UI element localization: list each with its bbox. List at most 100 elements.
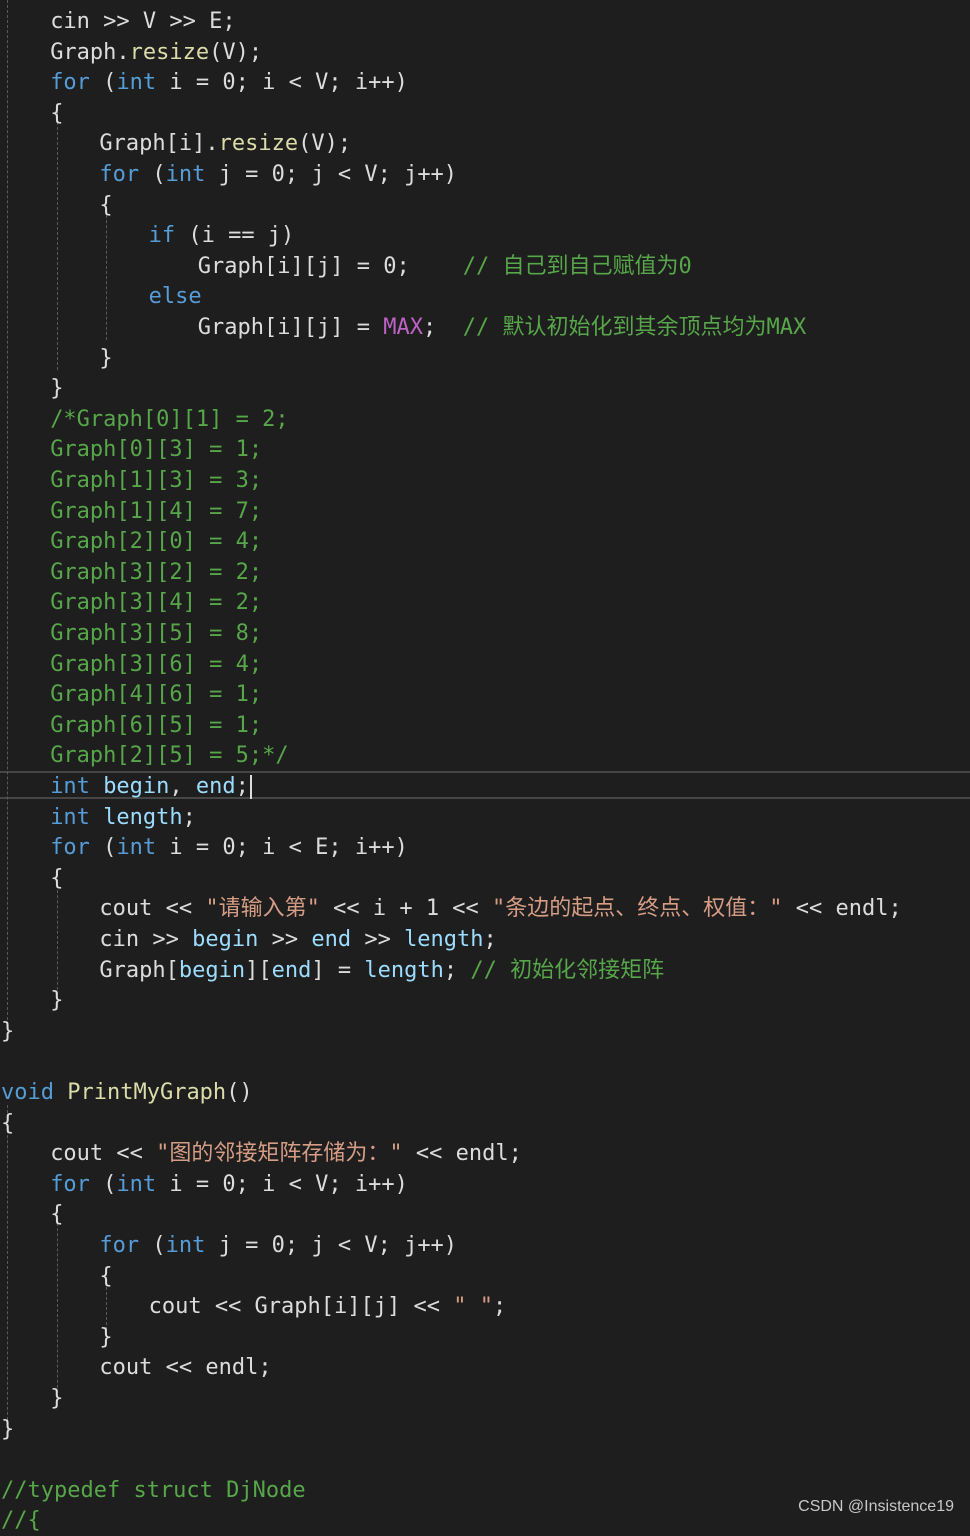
code-token: cout << Graph[i][j] << [148, 1294, 454, 1320]
code-line[interactable]: { [0, 1200, 970, 1230]
code-token: " " [453, 1294, 493, 1320]
code-line[interactable]: } [0, 374, 970, 404]
code-token: cin >> V >> E; [50, 9, 236, 34]
code-token: Graph. [50, 39, 130, 65]
code-token: void [1, 1080, 54, 1105]
code-line[interactable]: void PrintMyGraph() [0, 1078, 970, 1108]
code-token: Graph[4][6] = 1; [50, 682, 263, 708]
code-line[interactable]: int length; [0, 803, 970, 833]
code-token: } [50, 376, 64, 402]
code-line[interactable]: Graph[1][4] = 7; [0, 497, 970, 527]
code-line[interactable]: } [0, 1415, 970, 1445]
code-line[interactable]: cin >> V >> E; [0, 7, 970, 37]
code-token: Graph[2][0] = 4; [50, 529, 263, 555]
code-line[interactable]: Graph[2][0] = 4; [0, 527, 970, 557]
code-token: Graph[3][4] = 2; [50, 590, 263, 616]
code-line[interactable]: for (int i = 0; i < V; i++) [0, 68, 970, 98]
code-line[interactable]: Graph[i][j] = MAX; // 默认初始化到其余顶点均为MAX [0, 313, 970, 343]
code-line[interactable]: Graph.resize(V); [0, 38, 970, 68]
code-line[interactable]: { [0, 1262, 970, 1292]
code-line[interactable]: if (i == j) [0, 221, 970, 251]
code-line[interactable]: int begin, end; [0, 772, 970, 802]
code-line[interactable]: } [0, 1384, 970, 1414]
code-token: ( [89, 835, 117, 861]
code-token: ; [483, 927, 497, 952]
code-token: for [50, 835, 90, 861]
code-token: int [116, 70, 157, 96]
code-token: ; [422, 315, 463, 340]
code-line[interactable]: Graph[begin][end] = length; // 初始化邻接矩阵 [0, 956, 970, 986]
code-line[interactable]: } [0, 344, 970, 374]
code-token: length [404, 927, 484, 952]
code-line[interactable]: cin >> begin >> end >> length; [0, 925, 970, 955]
code-line[interactable] [0, 1445, 970, 1475]
code-token: Graph[1][3] = 3; [50, 468, 263, 493]
code-line[interactable]: Graph[3][4] = 2; [0, 588, 970, 618]
code-token: end [271, 957, 312, 983]
code-line[interactable]: cout << Graph[i][j] << " "; [0, 1292, 970, 1322]
code-token: begin [178, 957, 246, 983]
code-line[interactable]: { [0, 99, 970, 129]
code-token: end [311, 927, 352, 952]
code-token: Graph[i]. [99, 131, 219, 157]
code-line[interactable]: cout << "请输入第" << i + 1 << "条边的起点、终点、权值：… [0, 894, 970, 924]
code-line[interactable]: Graph[3][5] = 8; [0, 619, 970, 649]
code-line[interactable]: else [0, 282, 970, 312]
code-token: begin [103, 774, 170, 799]
code-line[interactable]: } [0, 1017, 970, 1047]
code-line[interactable]: for (int i = 0; i < V; i++) [0, 1170, 970, 1200]
code-line[interactable]: Graph[4][6] = 1; [0, 680, 970, 710]
code-line[interactable]: for (int j = 0; j < V; j++) [0, 1231, 970, 1261]
code-token: // 初始化邻接矩阵 [470, 957, 665, 983]
code-token: cout << [50, 1141, 157, 1167]
code-token: (V); [209, 39, 263, 65]
code-token: } [99, 1324, 113, 1350]
code-token: Graph[0][3] = 1; [50, 437, 263, 463]
code-line[interactable]: cout << "图的邻接矩阵存储为：" << endl; [0, 1139, 970, 1169]
code-token: j = 0; j < V; j++) [205, 162, 458, 187]
code-line[interactable]: Graph[0][3] = 1; [0, 435, 970, 465]
code-line[interactable]: Graph[6][5] = 1; [0, 711, 970, 741]
code-line[interactable]: for (int j = 0; j < V; j++) [0, 160, 970, 190]
code-line[interactable]: Graph[i].resize(V); [0, 129, 970, 159]
code-token: { [50, 865, 64, 891]
code-token: resize [129, 39, 210, 65]
code-line[interactable]: { [0, 191, 970, 221]
code-line[interactable]: /*Graph[0][1] = 2; [0, 405, 970, 435]
code-line[interactable]: } [0, 986, 970, 1016]
code-line[interactable]: for (int i = 0; i < E; i++) [0, 833, 970, 863]
code-token: ( [89, 1171, 117, 1197]
code-token: PrintMyGraph [67, 1080, 227, 1105]
code-token: i = 0; i < E; i++) [156, 835, 408, 861]
code-token: length [103, 804, 183, 830]
code-line[interactable]: cout << endl; [0, 1353, 970, 1383]
code-editor[interactable]: cin >> V >> E; Graph.resize(V); for (int i… [0, 0, 970, 1533]
code-token: int [116, 1171, 157, 1197]
code-token: Graph[i][j] = [197, 315, 384, 340]
code-token: length [364, 957, 444, 983]
code-token: MAX [383, 315, 423, 340]
code-line[interactable]: { [0, 864, 970, 894]
code-token: Graph[3][5] = 8; [50, 621, 263, 646]
code-line[interactable]: Graph[1][3] = 3; [0, 466, 970, 496]
code-token: /*Graph[0][1] = 2; [50, 406, 289, 432]
text-caret [249, 775, 252, 799]
code-token: } [50, 1386, 64, 1411]
code-token: ][ [245, 957, 272, 983]
code-token: ( [139, 162, 166, 187]
code-line[interactable]: { [0, 1109, 970, 1139]
code-line[interactable]: Graph[2][5] = 5;*/ [0, 741, 970, 771]
code-line[interactable] [0, 1047, 970, 1077]
code-token: //{ [1, 1508, 41, 1534]
code-token: } [1, 1018, 15, 1044]
code-line[interactable]: } [0, 1323, 970, 1353]
code-token: } [50, 988, 64, 1014]
code-token: int [165, 162, 206, 187]
code-line[interactable]: Graph[3][2] = 2; [0, 558, 970, 588]
code-token: ; [235, 774, 249, 799]
code-line[interactable]: Graph[3][6] = 4; [0, 650, 970, 680]
code-token: (i == j) [175, 223, 295, 249]
code-token: } [1, 1416, 15, 1442]
code-line[interactable]: Graph[i][j] = 0; // 自己到自己赋值为0 [0, 252, 970, 282]
